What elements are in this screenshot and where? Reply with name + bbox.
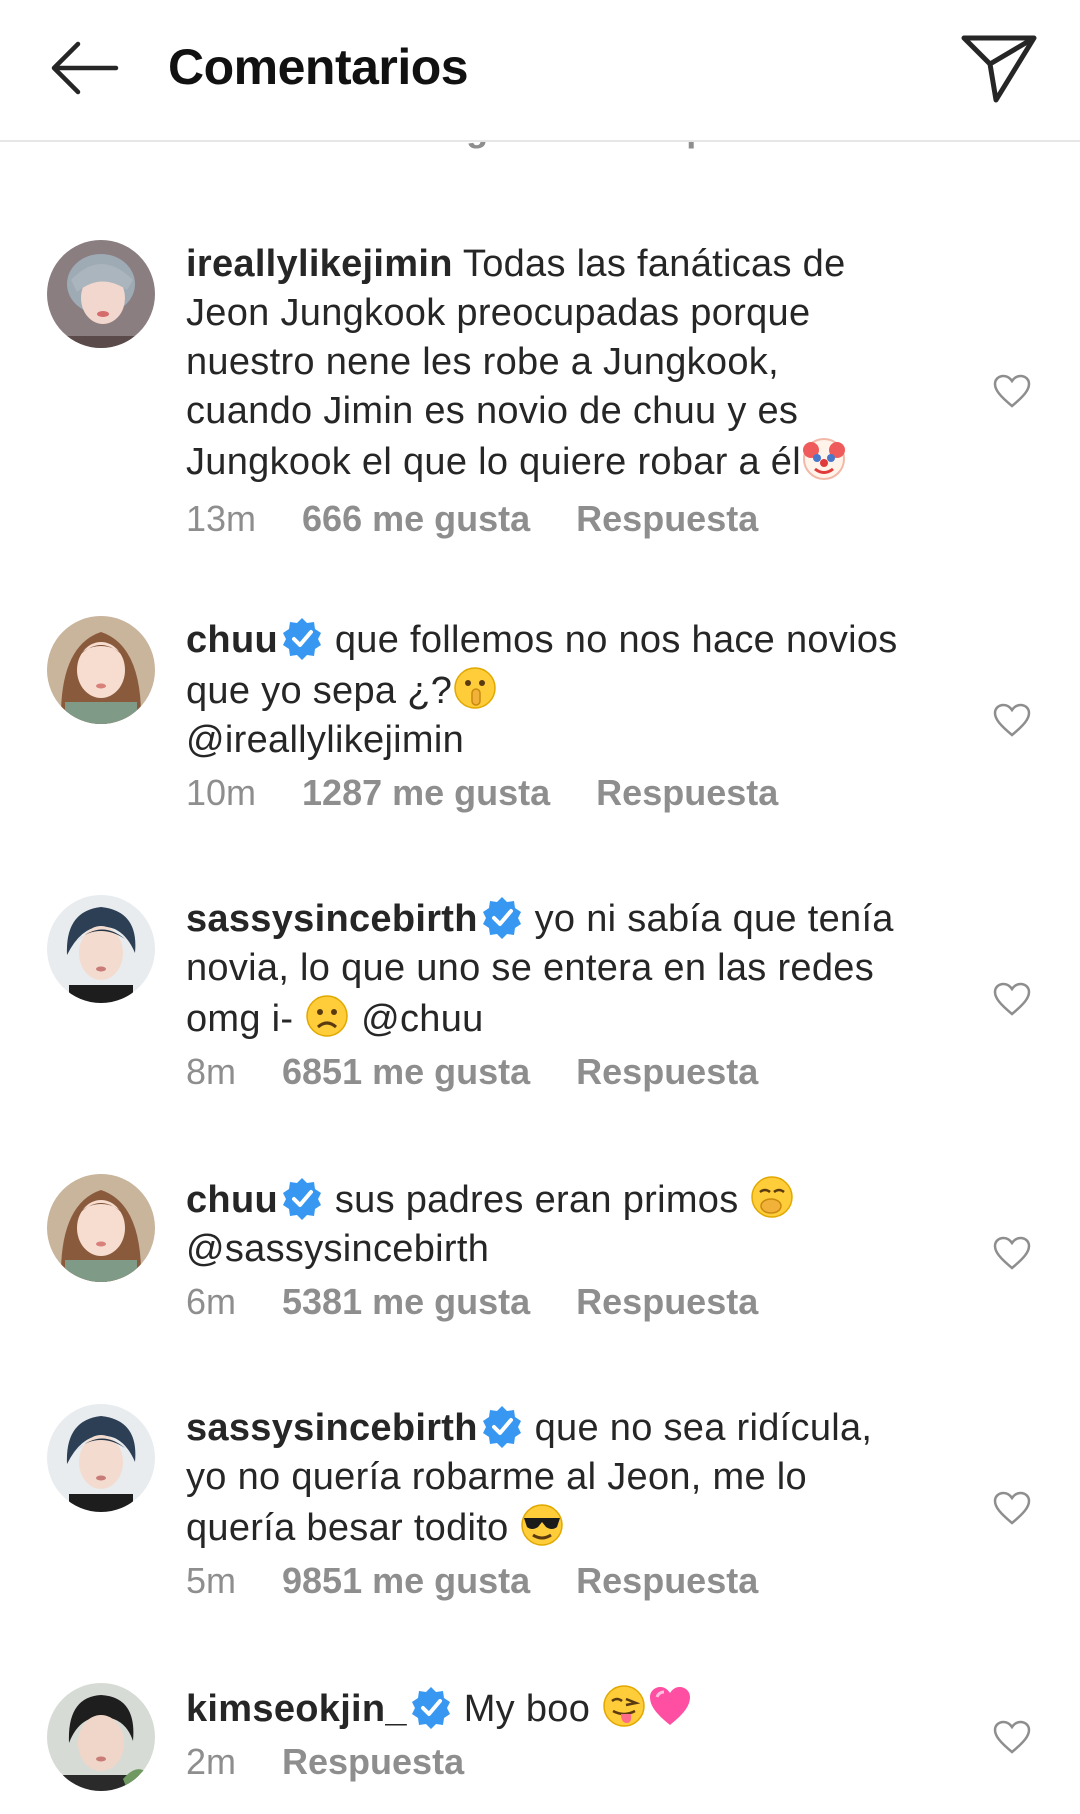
reply-button[interactable]: Respuesta bbox=[576, 498, 758, 539]
verified-badge-icon bbox=[282, 618, 321, 660]
comment-time: 5m bbox=[186, 1560, 237, 1601]
header-bar: Comentarios bbox=[0, 0, 1080, 142]
comment-text: ireallylikejimin Todas las fanáticas de … bbox=[186, 240, 906, 487]
comment-time: 6m bbox=[186, 1281, 237, 1322]
shushing-face-emoji-icon bbox=[454, 667, 496, 709]
comment-meta: 10m 1287 me gusta Respuesta bbox=[186, 772, 778, 814]
heart-icon[interactable] bbox=[992, 702, 1032, 738]
comment-meta: 8m 6851 me gusta Respuesta bbox=[186, 1051, 758, 1093]
send-direct-icon[interactable] bbox=[960, 30, 1038, 108]
avatar[interactable] bbox=[47, 1683, 155, 1791]
comment-likes[interactable]: 1287 me gusta bbox=[302, 772, 550, 813]
comment-text: kimseokjin_ My boo bbox=[186, 1683, 906, 1734]
comment-text: sassysincebirth que no sea ridícula, yo … bbox=[186, 1404, 906, 1553]
comment-text: sassysincebirth yo ni sabía que tenía no… bbox=[186, 895, 906, 1044]
comment-likes[interactable]: 6851 me gusta bbox=[282, 1051, 530, 1092]
comment-time: 13m bbox=[186, 498, 257, 539]
comment-time: 10m bbox=[186, 772, 257, 813]
verified-badge-icon bbox=[482, 1406, 521, 1448]
comment-text: chuu sus padres eran primos @sassysinceb… bbox=[186, 1174, 906, 1274]
reply-button[interactable]: Respuesta bbox=[576, 1281, 758, 1322]
page-title: Comentarios bbox=[168, 39, 469, 95]
frowning-face-emoji-icon bbox=[306, 995, 348, 1037]
verified-badge-icon bbox=[482, 897, 521, 939]
heart-icon[interactable] bbox=[992, 373, 1032, 409]
reply-button[interactable]: Respuesta bbox=[576, 1560, 758, 1601]
avatar[interactable] bbox=[47, 240, 155, 348]
comment-likes[interactable]: 9851 me gusta bbox=[282, 1560, 530, 1601]
sunglasses-face-emoji-icon bbox=[521, 1504, 564, 1546]
comment-mention[interactable]: @sassysincebirth bbox=[186, 1228, 489, 1270]
comment-username[interactable]: chuu bbox=[186, 619, 278, 661]
avatar[interactable] bbox=[47, 1174, 155, 1282]
comment-meta: 2m Respuesta bbox=[186, 1741, 464, 1783]
heart-icon[interactable] bbox=[992, 1235, 1032, 1271]
avatar[interactable] bbox=[47, 1404, 155, 1512]
reply-button[interactable]: Respuesta bbox=[282, 1741, 464, 1782]
verified-badge-icon bbox=[411, 1687, 450, 1729]
comment-meta: 13m 666 me gusta Respuesta bbox=[186, 498, 758, 540]
tongue-face-emoji-icon bbox=[603, 1685, 645, 1727]
clown-face-emoji-icon bbox=[802, 438, 845, 480]
comment-likes[interactable]: 666 me gusta bbox=[302, 498, 530, 539]
comment-body: sus padres eran primos bbox=[334, 1179, 739, 1221]
reply-button[interactable]: Respuesta bbox=[576, 1051, 758, 1092]
comment-username[interactable]: ireallylikejimin bbox=[186, 243, 453, 285]
back-arrow-icon[interactable] bbox=[48, 40, 120, 96]
comment-mention[interactable]: @chuu bbox=[361, 998, 483, 1040]
comment-username[interactable]: kimseokjin_ bbox=[186, 1688, 407, 1730]
avatar[interactable] bbox=[47, 895, 155, 1003]
yawning-face-emoji-icon bbox=[751, 1176, 794, 1218]
comment-likes[interactable]: 5381 me gusta bbox=[282, 1281, 530, 1322]
avatar[interactable] bbox=[47, 616, 155, 724]
heart-icon[interactable] bbox=[992, 1719, 1032, 1755]
comment-time: 8m bbox=[186, 1051, 237, 1092]
verified-badge-icon bbox=[282, 1178, 321, 1220]
comment-text: chuu que follemos no nos hace novios que… bbox=[186, 616, 906, 765]
heart-icon[interactable] bbox=[992, 981, 1032, 1017]
pink-heart-emoji-icon bbox=[650, 1687, 690, 1725]
heart-icon[interactable] bbox=[992, 1490, 1032, 1526]
reply-button[interactable]: Respuesta bbox=[596, 772, 778, 813]
comment-time: 2m bbox=[186, 1741, 237, 1782]
comment-meta: 6m 5381 me gusta Respuesta bbox=[186, 1281, 758, 1323]
comment-mention[interactable]: @ireallylikejimin bbox=[186, 719, 464, 761]
comment-username[interactable]: chuu bbox=[186, 1179, 278, 1221]
comment-meta: 5m 9851 me gusta Respuesta bbox=[186, 1560, 758, 1602]
comment-username[interactable]: sassysincebirth bbox=[186, 898, 478, 940]
comment-body: My boo bbox=[463, 1688, 591, 1730]
comment-username[interactable]: sassysincebirth bbox=[186, 1407, 478, 1449]
